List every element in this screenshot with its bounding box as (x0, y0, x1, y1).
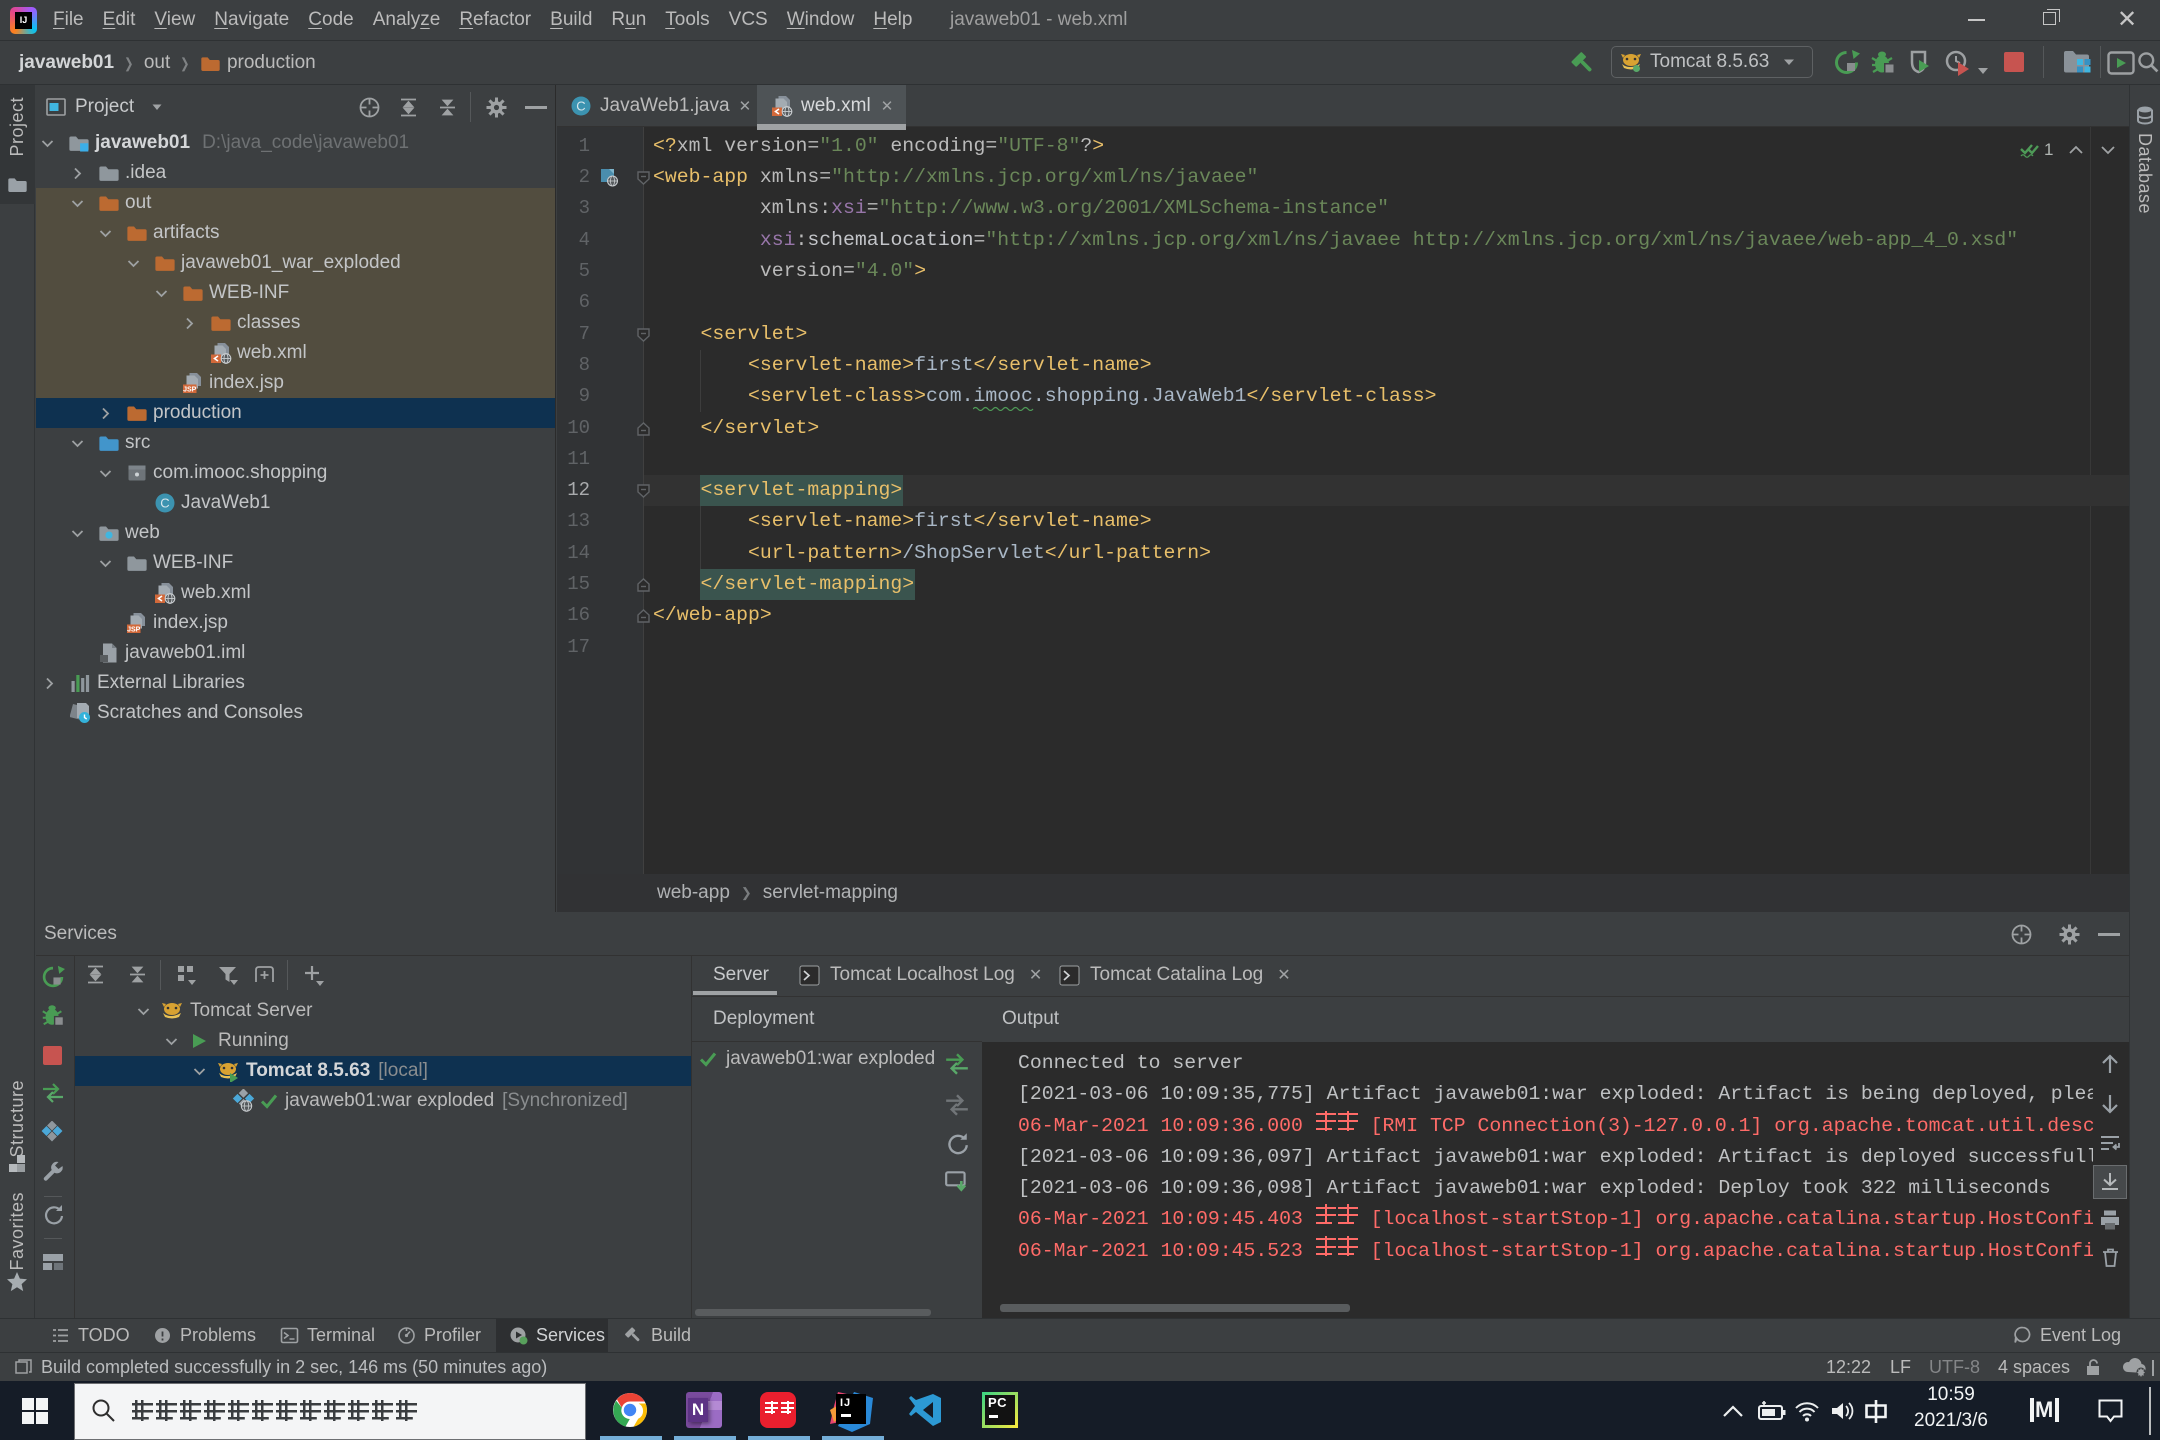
svg-text:JSP: JSP (127, 626, 141, 633)
svg-text:C: C (576, 98, 585, 113)
svg-text:JSP: JSP (183, 386, 197, 393)
svg-text:C: C (160, 496, 169, 511)
